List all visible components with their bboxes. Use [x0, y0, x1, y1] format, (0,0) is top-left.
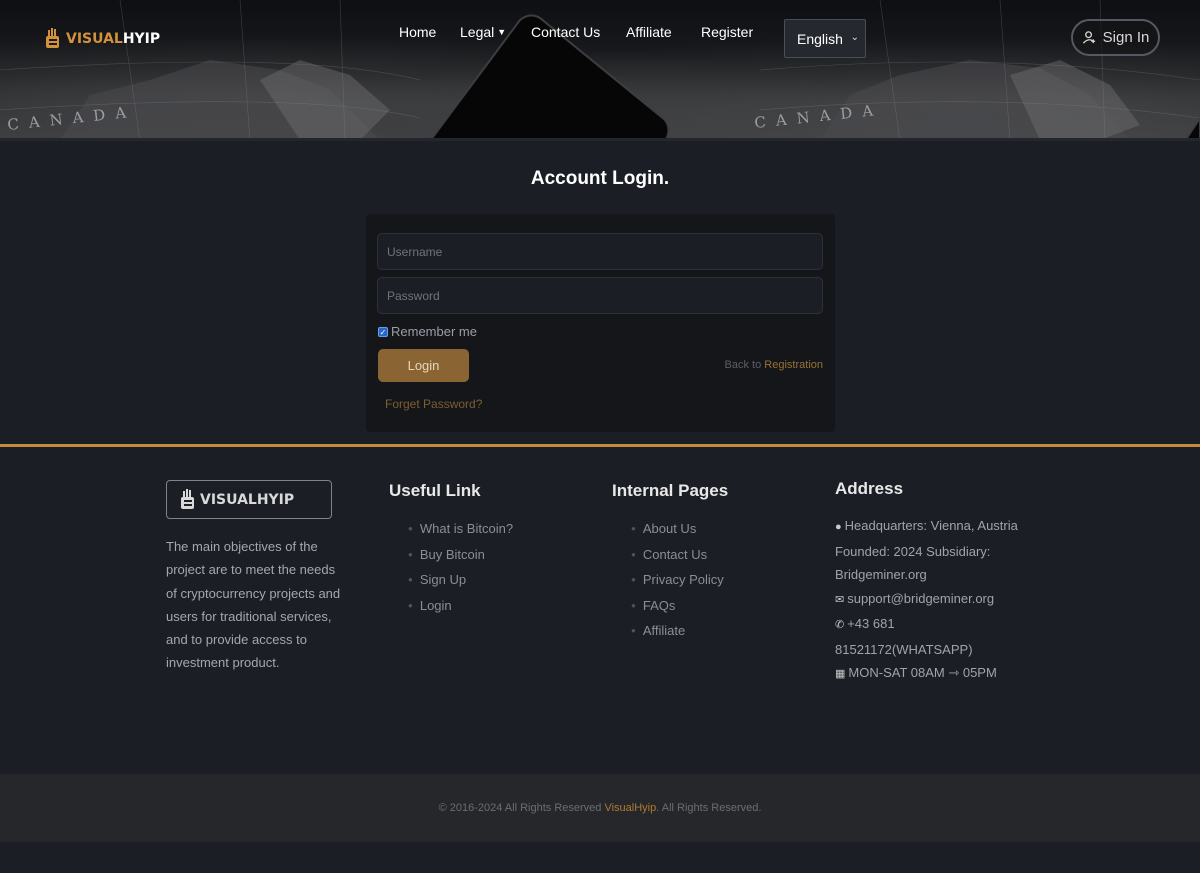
brand-name: VISUALHYIP [66, 31, 161, 47]
internal-pages-list: ● About Us ● Contact Us ● Privacy Policy ● F… [631, 516, 724, 644]
remember-me[interactable]: ✓ Remember me [378, 324, 477, 339]
useful-links-list: ● What is Bitcoin? ● Buy Bitcoin ● Sign Up … [408, 516, 513, 618]
login-section: Account Login. ✓ Remember me Login Back … [0, 144, 1200, 444]
bullet-icon: ● [408, 600, 413, 610]
footer-logo[interactable]: VISUALHYIP [166, 480, 332, 519]
phone-icon: ✆ [835, 619, 845, 631]
bullet-icon: ● [631, 549, 636, 559]
address-block: ● Headquarters: Vienna, Austria Founded: … [835, 514, 1035, 687]
user-icon [1082, 31, 1095, 44]
brand-logo[interactable]: VISUALHYIP [44, 27, 160, 51]
calendar-icon: ▦ [835, 668, 846, 680]
nav-affiliate[interactable]: Affiliate [626, 24, 672, 40]
world-map-background: CANADA CANADA [0, 0, 1200, 138]
nav-legal-dropdown[interactable]: Legal ▼ [460, 24, 506, 40]
bullet-icon: ● [631, 626, 636, 635]
sign-in-button[interactable]: Sign In [1071, 19, 1160, 56]
footer-description: The main objectives of the project are t… [166, 539, 341, 671]
address-hours: ▦ MON-SAT 08AM ⇾ 05PM [835, 665, 997, 680]
registration-link[interactable]: Registration [764, 359, 823, 371]
back-to-registration: Back to Registration [724, 359, 823, 371]
logo-hand-icon [181, 488, 194, 509]
footer-link[interactable]: ● About Us [631, 516, 724, 542]
footer-link[interactable]: ● Affiliate [631, 618, 724, 644]
login-button[interactable]: Login [378, 349, 469, 382]
chevron-down-icon: ⌄ [850, 32, 859, 43]
address-email[interactable]: ✉ support@bridgeminer.org [835, 587, 1035, 613]
footer-link[interactable]: ● FAQs [631, 593, 724, 619]
envelope-icon: ✉ [835, 593, 845, 606]
nav-home[interactable]: Home [399, 24, 436, 40]
footer-link[interactable]: ● Buy Bitcoin [408, 542, 513, 568]
footer: VISUALHYIP The main objectives of the pr… [0, 447, 1200, 774]
login-form: ✓ Remember me Login Back to Registration… [366, 214, 835, 432]
useful-links-title: Useful Link [389, 481, 481, 500]
address-hq: ● Headquarters: Vienna, Austria Founded: … [835, 518, 1018, 582]
logo-hand-icon [46, 28, 59, 48]
page-title: Account Login. [530, 168, 670, 189]
copyright-text: © 2016-2024 All Rights Reserved VisualHy… [438, 802, 762, 814]
footer-link[interactable]: ● Privacy Policy [631, 567, 724, 593]
footer-link[interactable]: ● What is Bitcoin? [408, 516, 513, 542]
password-input[interactable] [377, 277, 823, 314]
bullet-icon: ● [408, 575, 413, 584]
bullet-icon: ● [631, 524, 636, 533]
bullet-icon: ● [408, 549, 413, 559]
username-input[interactable] [377, 233, 823, 270]
bullet-icon: ● [408, 524, 413, 533]
forgot-password-link[interactable]: Forget Password? [385, 397, 482, 411]
caret-down-icon: ▼ [497, 27, 507, 37]
copyright-brand-link[interactable]: VisualHyip [604, 802, 656, 814]
address-title: Address [835, 479, 904, 498]
footer-link[interactable]: ● Login [408, 593, 513, 619]
address-phone[interactable]: ✆ +43 681 81521172(WHATSAPP) [835, 612, 1035, 661]
language-select[interactable]: English ⌄ [784, 19, 866, 58]
copyright-bar: © 2016-2024 All Rights Reserved VisualHy… [0, 774, 1200, 842]
bullet-icon: ● [631, 600, 636, 610]
bottom-strip [0, 842, 1200, 873]
bullet-icon: ● [631, 575, 636, 584]
nav-contact[interactable]: Contact Us [531, 24, 600, 40]
internal-pages-title: Internal Pages [612, 481, 729, 500]
header-banner: CANADA CANADA VISUALHYIP Home Legal ▼ Con… [0, 0, 1200, 141]
footer-link[interactable]: ● Sign Up [408, 567, 513, 593]
footer-brand-name: VISUALHYIP [200, 491, 295, 508]
nav-register[interactable]: Register [701, 24, 753, 40]
remember-checkbox[interactable]: ✓ [378, 326, 388, 337]
map-marker-icon: ● [835, 521, 842, 533]
footer-link[interactable]: ● Contact Us [631, 542, 724, 568]
